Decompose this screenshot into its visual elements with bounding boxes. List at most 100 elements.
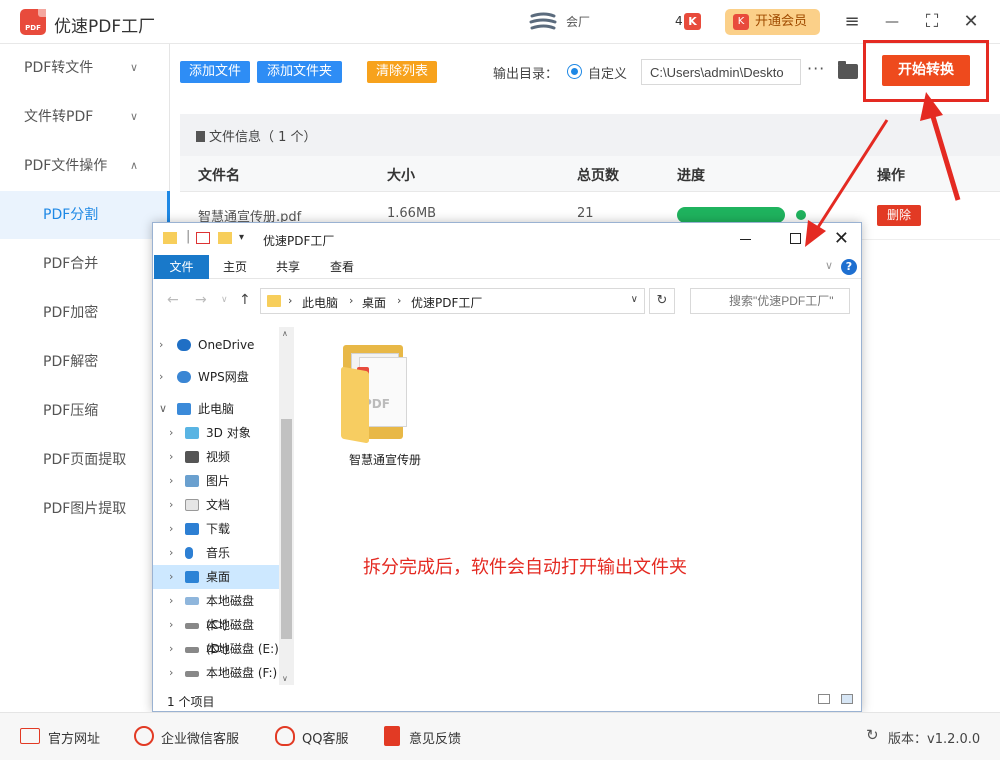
title-bar: 优速PDF工厂 会厂 4 K K 开通会员 ≡ — ⛶ ✕ (0, 0, 1000, 44)
breadcrumb-this-pc[interactable]: 此电脑 (302, 294, 338, 311)
sidebar-item-pdf-merge[interactable]: PDF合并 (0, 240, 170, 288)
chevron-right-icon[interactable]: › (169, 445, 173, 469)
sidebar-item-pdf-decrypt[interactable]: PDF解密 (0, 338, 170, 386)
chevron-right-icon[interactable]: › (169, 421, 173, 445)
video-icon (185, 451, 199, 463)
chevron-right-icon[interactable]: › (169, 469, 173, 493)
notification-count[interactable]: 4 (675, 14, 683, 28)
sidebar-group-pdf-to-file[interactable]: PDF转文件 ∨ (0, 44, 170, 92)
output-custom-radio[interactable] (567, 64, 582, 79)
footer-website-link[interactable]: 官方网址 (48, 728, 100, 747)
tree-item-pictures[interactable]: › 图片 (153, 469, 279, 493)
tree-item-this-pc[interactable]: ∨ 此电脑 (153, 397, 279, 421)
sidebar-item-pdf-image-extract[interactable]: PDF图片提取 (0, 485, 170, 533)
sidebar-item-pdf-split[interactable]: PDF分割 (0, 191, 170, 239)
vip-button[interactable]: K 开通会员 (725, 9, 820, 35)
forward-icon[interactable]: → (195, 292, 207, 308)
notification-icon[interactable]: K (684, 13, 701, 30)
sidebar-group-label: 文件转PDF (24, 109, 94, 125)
more-options-icon[interactable]: ··· (807, 59, 825, 78)
address-dropdown-icon[interactable]: ∨ (631, 294, 638, 305)
tree-item-onedrive[interactable]: › OneDrive (153, 333, 279, 357)
scroll-down-icon[interactable]: ∨ (282, 674, 288, 683)
back-icon[interactable]: ← (167, 292, 179, 308)
chevron-right-icon[interactable]: › (159, 365, 163, 389)
ribbon-tab-view[interactable]: 查看 (324, 255, 360, 279)
ribbon-tab-share[interactable]: 共享 (270, 255, 306, 279)
up-icon[interactable]: ↑ (239, 292, 251, 308)
tree-item-drive-f[interactable]: › 本地磁盘 (F:) (153, 661, 279, 685)
chevron-right-icon[interactable]: › (169, 613, 173, 637)
refresh-icon[interactable]: ↻ (649, 288, 675, 314)
maximize-icon[interactable]: ⛶ (920, 10, 944, 34)
scroll-thumb[interactable] (281, 419, 292, 639)
close-icon[interactable]: ✕ (959, 10, 983, 34)
open-folder-icon[interactable] (838, 61, 858, 79)
sidebar-group-label: PDF文件操作 (24, 158, 108, 174)
explorer-maximize-icon[interactable] (790, 233, 801, 244)
add-folder-button[interactable]: 添加文件夹 (257, 61, 342, 83)
quick-access-dropdown-icon[interactable]: ▾ (239, 232, 253, 244)
tree-item-documents[interactable]: › 文档 (153, 493, 279, 517)
chevron-right-icon[interactable]: › (169, 493, 173, 517)
sidebar-group-pdf-operations[interactable]: PDF文件操作 ∧ (0, 142, 170, 190)
sidebar-item-pdf-encrypt[interactable]: PDF加密 (0, 289, 170, 337)
add-file-button[interactable]: 添加文件 (180, 61, 250, 83)
minimize-icon[interactable]: — (880, 10, 904, 34)
explorer-search-input[interactable] (690, 288, 850, 314)
ribbon-expand-icon[interactable]: ∨ (825, 259, 833, 272)
tree-item-downloads[interactable]: › 下载 (153, 517, 279, 541)
tree-item-videos[interactable]: › 视频 (153, 445, 279, 469)
ribbon-tab-home[interactable]: 主页 (217, 255, 253, 279)
menu-icon[interactable]: ≡ (840, 10, 864, 34)
breadcrumb-folder[interactable]: 优速PDF工厂 (411, 294, 482, 311)
footer-wechat-link[interactable]: 企业微信客服 (161, 728, 239, 747)
tree-item-drive-e[interactable]: › 本地磁盘 (E:) (153, 637, 279, 661)
footer-qq-link[interactable]: QQ客服 (302, 728, 348, 747)
tree-item-music[interactable]: › 音乐 (153, 541, 279, 565)
chevron-right-icon[interactable]: › (169, 589, 173, 613)
chevron-right-icon[interactable]: › (169, 565, 173, 589)
properties-icon[interactable] (196, 232, 210, 244)
chevron-right-icon[interactable]: › (159, 333, 163, 357)
breadcrumb-desktop[interactable]: 桌面 (362, 294, 386, 311)
folder-front (341, 366, 369, 444)
output-custom-label[interactable]: 自定义 (588, 63, 627, 82)
output-path-field[interactable] (641, 59, 801, 85)
chevron-down-icon[interactable]: ∨ (159, 397, 167, 421)
ribbon-tab-file[interactable]: 文件 (154, 255, 209, 279)
help-icon[interactable]: ? (841, 259, 857, 275)
sidebar-item-pdf-compress[interactable]: PDF压缩 (0, 387, 170, 435)
chevron-right-icon[interactable]: › (169, 517, 173, 541)
delete-button[interactable]: 删除 (877, 205, 921, 226)
tree-item-wps[interactable]: › WPS网盘 (153, 365, 279, 389)
start-convert-button[interactable]: 开始转换 (882, 55, 970, 86)
explorer-minimize-icon[interactable] (740, 239, 751, 240)
chevron-right-icon[interactable]: › (169, 661, 173, 685)
new-folder-icon[interactable] (218, 232, 232, 244)
feedback-icon[interactable] (384, 726, 400, 746)
scroll-up-icon[interactable]: ∧ (282, 329, 288, 338)
tree-item-drive-c[interactable]: › 本地磁盘 (C:) (153, 589, 279, 632)
sidebar-item-pdf-page-extract[interactable]: PDF页面提取 (0, 436, 170, 484)
tree-item-drive-d[interactable]: › 本地磁盘 (D:) (153, 613, 279, 656)
folder-item[interactable]: PDF 智慧通宣传册 (335, 339, 435, 469)
tree-scrollbar[interactable]: ∧ ∨ (279, 327, 294, 685)
footer-feedback-link[interactable]: 意见反馈 (409, 728, 461, 747)
address-bar[interactable]: › 此电脑 › 桌面 › 优速PDF工厂 ∨ (260, 288, 645, 314)
recent-dropdown-icon[interactable]: ∨ (221, 295, 228, 305)
clear-list-button[interactable]: 清除列表 (367, 61, 437, 83)
details-view-icon[interactable] (818, 694, 830, 704)
large-icons-view-icon[interactable] (841, 694, 853, 704)
qq-icon[interactable] (275, 726, 295, 746)
tree-item-desktop[interactable]: › 桌面 (153, 565, 279, 589)
vip-label: 开通会员 (755, 14, 808, 29)
explorer-close-icon[interactable]: ✕ (834, 228, 849, 249)
website-icon[interactable] (20, 728, 40, 744)
chevron-right-icon[interactable]: › (169, 637, 173, 661)
tree-item-3d-objects[interactable]: › 3D 对象 (153, 421, 279, 445)
chevron-right-icon[interactable]: › (169, 541, 173, 565)
sidebar-group-file-to-pdf[interactable]: 文件转PDF ∨ (0, 93, 170, 141)
column-action: 操作 (877, 168, 905, 184)
wechat-icon[interactable] (134, 726, 154, 746)
